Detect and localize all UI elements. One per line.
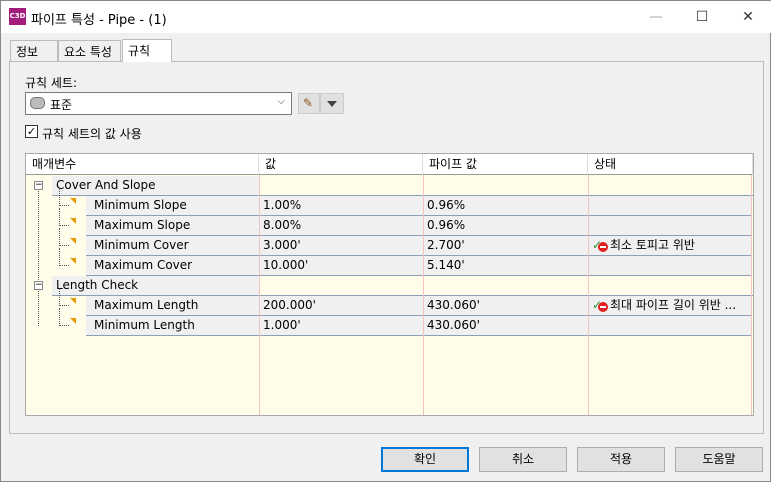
status-cell (588, 316, 751, 336)
parameter-cell: Maximum Length (86, 296, 259, 316)
column-header-parameter[interactable]: 매개변수 (26, 154, 259, 175)
parameter-cell: Maximum Slope (86, 216, 259, 236)
collapse-icon[interactable]: − (34, 281, 43, 290)
tab-info[interactable]: 정보 (10, 40, 58, 61)
column-header-value[interactable]: 값 (259, 154, 423, 175)
ruleset-icon (30, 97, 45, 109)
help-button[interactable]: 도움말 (675, 447, 763, 472)
status-cell (588, 216, 751, 236)
tab-element-properties[interactable]: 요소 특성 (58, 40, 121, 61)
apply-button[interactable]: 적용 (577, 447, 665, 472)
use-ruleset-values-checkbox[interactable]: ✓ (25, 125, 38, 138)
pipe-value-cell: 0.96% (423, 196, 588, 216)
close-button[interactable]: ✕ (725, 1, 771, 33)
edit-ruleset-button[interactable]: ✎ (298, 93, 320, 114)
pipe-value-cell: 0.96% (423, 216, 588, 236)
group-row[interactable]: − Cover And Slope (26, 176, 753, 196)
pipe-value-cell: 430.060' (423, 296, 588, 316)
pipe-value-cell: 2.700' (423, 236, 588, 256)
collapse-icon[interactable]: − (34, 181, 43, 190)
table-row[interactable]: Minimum Length 1.000' 430.060' (26, 308, 753, 336)
group-name: Length Check (52, 276, 259, 296)
column-header-pipe-value[interactable]: 파이프 값 (423, 154, 588, 175)
maximize-button[interactable]: ☐ (679, 1, 725, 33)
table-row[interactable]: Maximum Length 200.000' 430.060' ✓ 최대 파이프… (26, 288, 753, 316)
brush-icon: ✎ (303, 96, 314, 110)
status-text: 최소 토피고 위반 (610, 238, 695, 252)
pipe-value-cell: 430.060' (423, 316, 588, 336)
table-row[interactable]: Minimum Cover 3.000' 2.700' ✓ 최소 토피고 위반 (26, 228, 753, 256)
value-cell[interactable]: 1.000' (259, 316, 423, 336)
violation-icon: ✓ (592, 298, 608, 312)
status-cell: ✓ 최소 토피고 위반 (588, 236, 751, 256)
group-name: Cover And Slope (52, 176, 259, 196)
value-cell[interactable]: 200.000' (259, 296, 423, 316)
rule-flag-icon (70, 218, 76, 224)
parameter-cell: Minimum Length (86, 316, 259, 336)
parameter-cell: Minimum Slope (86, 196, 259, 216)
status-cell (588, 256, 751, 276)
tab-rules[interactable]: 규칙 (122, 39, 172, 62)
status-cell (588, 196, 751, 216)
grid-header: 매개변수 값 파이프 값 상태 (26, 154, 753, 175)
window-title: 파이프 특성 - Pipe - (1) (31, 13, 167, 28)
value-cell[interactable]: 1.00% (259, 196, 423, 216)
chevron-down-icon: ⌵ (277, 96, 285, 107)
app-icon: C3D (9, 8, 26, 25)
violation-icon: ✓ (592, 238, 608, 252)
dropdown-arrow-icon (327, 101, 337, 107)
ruleset-menu-button[interactable] (320, 93, 344, 114)
table-row[interactable]: Minimum Slope 1.00% 0.96% (26, 188, 753, 216)
ruleset-label: 규칙 세트: (25, 76, 78, 90)
column-header-status[interactable]: 상태 (588, 154, 753, 175)
use-ruleset-values-label: 규칙 세트의 값 사용 (42, 127, 142, 141)
status-text: 최대 파이프 길이 위반 ... (610, 298, 737, 312)
rule-flag-icon (70, 198, 76, 204)
ruleset-select[interactable]: 표준 ⌵ (25, 92, 292, 115)
cancel-button[interactable]: 취소 (479, 447, 567, 472)
table-row[interactable]: Maximum Cover 10.000' 5.140' (26, 248, 753, 276)
ok-button[interactable]: 확인 (381, 447, 469, 472)
parameter-cell: Maximum Cover (86, 256, 259, 276)
ruleset-value: 표준 (50, 98, 73, 112)
minimize-button[interactable]: — (633, 1, 679, 33)
value-cell[interactable]: 8.00% (259, 216, 423, 236)
rule-flag-icon (70, 238, 76, 244)
value-cell[interactable]: 10.000' (259, 256, 423, 276)
rules-grid: 매개변수 값 파이프 값 상태 − Cover And Slope Minimu… (25, 153, 754, 416)
status-cell: ✓ 최대 파이프 길이 위반 ... (588, 296, 751, 316)
rule-flag-icon (70, 258, 76, 264)
table-row[interactable]: Maximum Slope 8.00% 0.96% (26, 208, 753, 236)
rule-flag-icon (70, 318, 76, 324)
pipe-value-cell: 5.140' (423, 256, 588, 276)
group-row[interactable]: − Length Check (26, 276, 753, 296)
value-cell[interactable]: 3.000' (259, 236, 423, 256)
parameter-cell: Minimum Cover (86, 236, 259, 256)
title-bar: C3D 파이프 특성 - Pipe - (1) — ☐ ✕ (1, 1, 771, 33)
rule-flag-icon (70, 298, 76, 304)
